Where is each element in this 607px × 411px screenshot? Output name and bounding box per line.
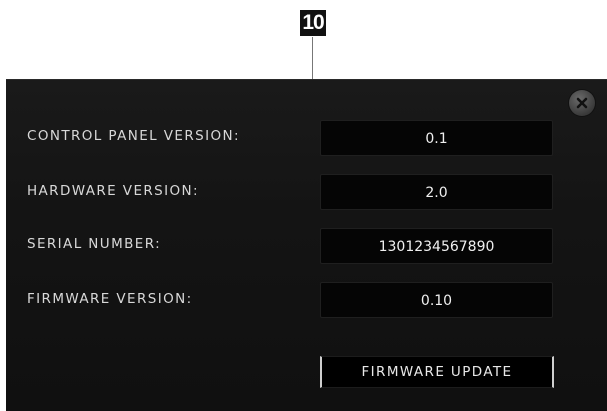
firmware-version-value: 0.10	[320, 282, 553, 318]
hardware-version-value: 2.0	[320, 174, 553, 210]
serial-number-value: 1301234567890	[320, 228, 553, 264]
firmware-version-label: FIRMWARE VERSION:	[27, 291, 193, 307]
hardware-version-label: HARDWARE VERSION:	[27, 183, 199, 199]
firmware-update-button[interactable]: FIRMWARE UPDATE	[320, 356, 554, 388]
close-icon	[576, 97, 588, 109]
control-panel-version-label: CONTROL PANEL VERSION:	[27, 128, 240, 144]
serial-number-label: SERIAL NUMBER:	[27, 236, 162, 252]
callout-number-badge: 10	[300, 10, 326, 36]
close-button[interactable]	[569, 90, 595, 116]
control-panel-version-value: 0.1	[320, 120, 553, 156]
